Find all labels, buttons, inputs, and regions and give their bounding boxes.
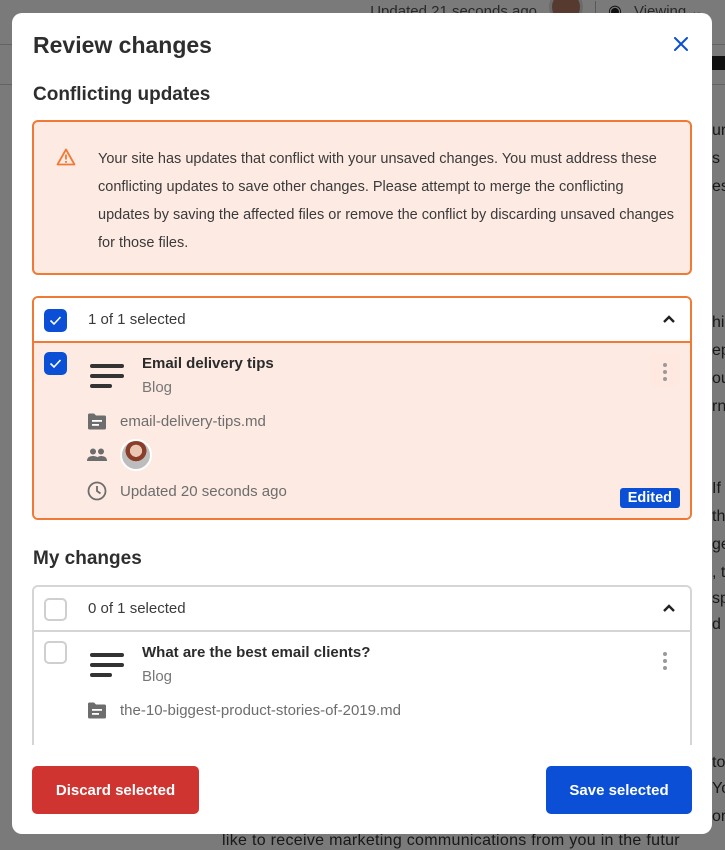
checkmark-icon xyxy=(49,359,62,369)
select-all-my-changes-checkbox[interactable] xyxy=(44,598,67,621)
item-checkbox[interactable] xyxy=(44,641,67,664)
warning-message: Your site has updates that conflict with… xyxy=(98,151,675,251)
file-name: the-10-biggest-product-stories-of-2019.m… xyxy=(120,701,401,719)
my-changes-group-header[interactable]: 0 of 1 selected xyxy=(34,587,690,632)
selection-count: 0 of 1 selected xyxy=(88,600,186,617)
document-lines-icon xyxy=(90,364,124,388)
user-avatar[interactable] xyxy=(120,439,152,471)
item-title[interactable]: What are the best email clients? xyxy=(142,644,370,661)
document-lines-icon xyxy=(90,653,124,677)
list-item: Email delivery tips Blog email-delivery-… xyxy=(34,343,690,518)
clock-icon xyxy=(86,480,108,502)
discard-selected-button[interactable]: Discard selected xyxy=(32,766,199,814)
file-icon xyxy=(86,410,108,432)
chevron-up-icon[interactable] xyxy=(662,313,676,325)
more-vertical-icon-dot xyxy=(663,659,667,663)
my-changes-list: 0 of 1 selected What are the best email … xyxy=(32,585,692,745)
more-options-button[interactable] xyxy=(650,353,680,387)
item-type: Blog xyxy=(142,668,173,685)
file-row: the-10-biggest-product-stories-of-2019.m… xyxy=(86,699,401,721)
close-icon xyxy=(674,37,688,51)
chevron-up-icon[interactable] xyxy=(662,602,676,614)
more-vertical-icon-dot xyxy=(663,370,667,374)
file-row: email-delivery-tips.md xyxy=(86,410,266,432)
updated-time: Updated 20 seconds ago xyxy=(120,482,287,500)
item-checkbox[interactable] xyxy=(44,352,67,375)
list-item: What are the best email clients? Blog th… xyxy=(34,632,690,745)
collaborators-row xyxy=(86,439,152,471)
selection-count: 1 of 1 selected xyxy=(88,311,186,328)
warning-triangle-icon xyxy=(56,148,76,166)
file-name: email-delivery-tips.md xyxy=(120,412,266,430)
save-selected-button[interactable]: Save selected xyxy=(546,766,692,814)
item-title[interactable]: Email delivery tips xyxy=(142,355,274,372)
select-all-conflicting-checkbox[interactable] xyxy=(44,309,67,332)
checkmark-icon xyxy=(49,316,62,326)
more-vertical-icon xyxy=(663,652,667,656)
close-button[interactable] xyxy=(670,33,692,55)
more-vertical-icon-dot xyxy=(663,666,667,670)
updated-row: Updated 20 seconds ago xyxy=(86,480,287,502)
conflicting-updates-heading: Conflicting updates xyxy=(33,84,211,105)
review-changes-modal: Review changes Conflicting updates Your … xyxy=(12,13,712,834)
file-icon xyxy=(86,699,108,721)
more-vertical-icon xyxy=(663,363,667,367)
conflicting-updates-list: 1 of 1 selected Email delivery tips Blog xyxy=(32,296,692,520)
more-options-button[interactable] xyxy=(650,642,680,676)
status-badge: Edited xyxy=(619,488,680,508)
more-vertical-icon-dot xyxy=(663,377,667,381)
modal-title: Review changes xyxy=(33,32,212,58)
conflict-warning-alert: Your site has updates that conflict with… xyxy=(32,120,692,275)
item-type: Blog xyxy=(142,379,173,396)
people-icon xyxy=(86,444,108,466)
my-changes-heading: My changes xyxy=(33,548,142,569)
conflicting-group-header[interactable]: 1 of 1 selected xyxy=(34,298,690,343)
